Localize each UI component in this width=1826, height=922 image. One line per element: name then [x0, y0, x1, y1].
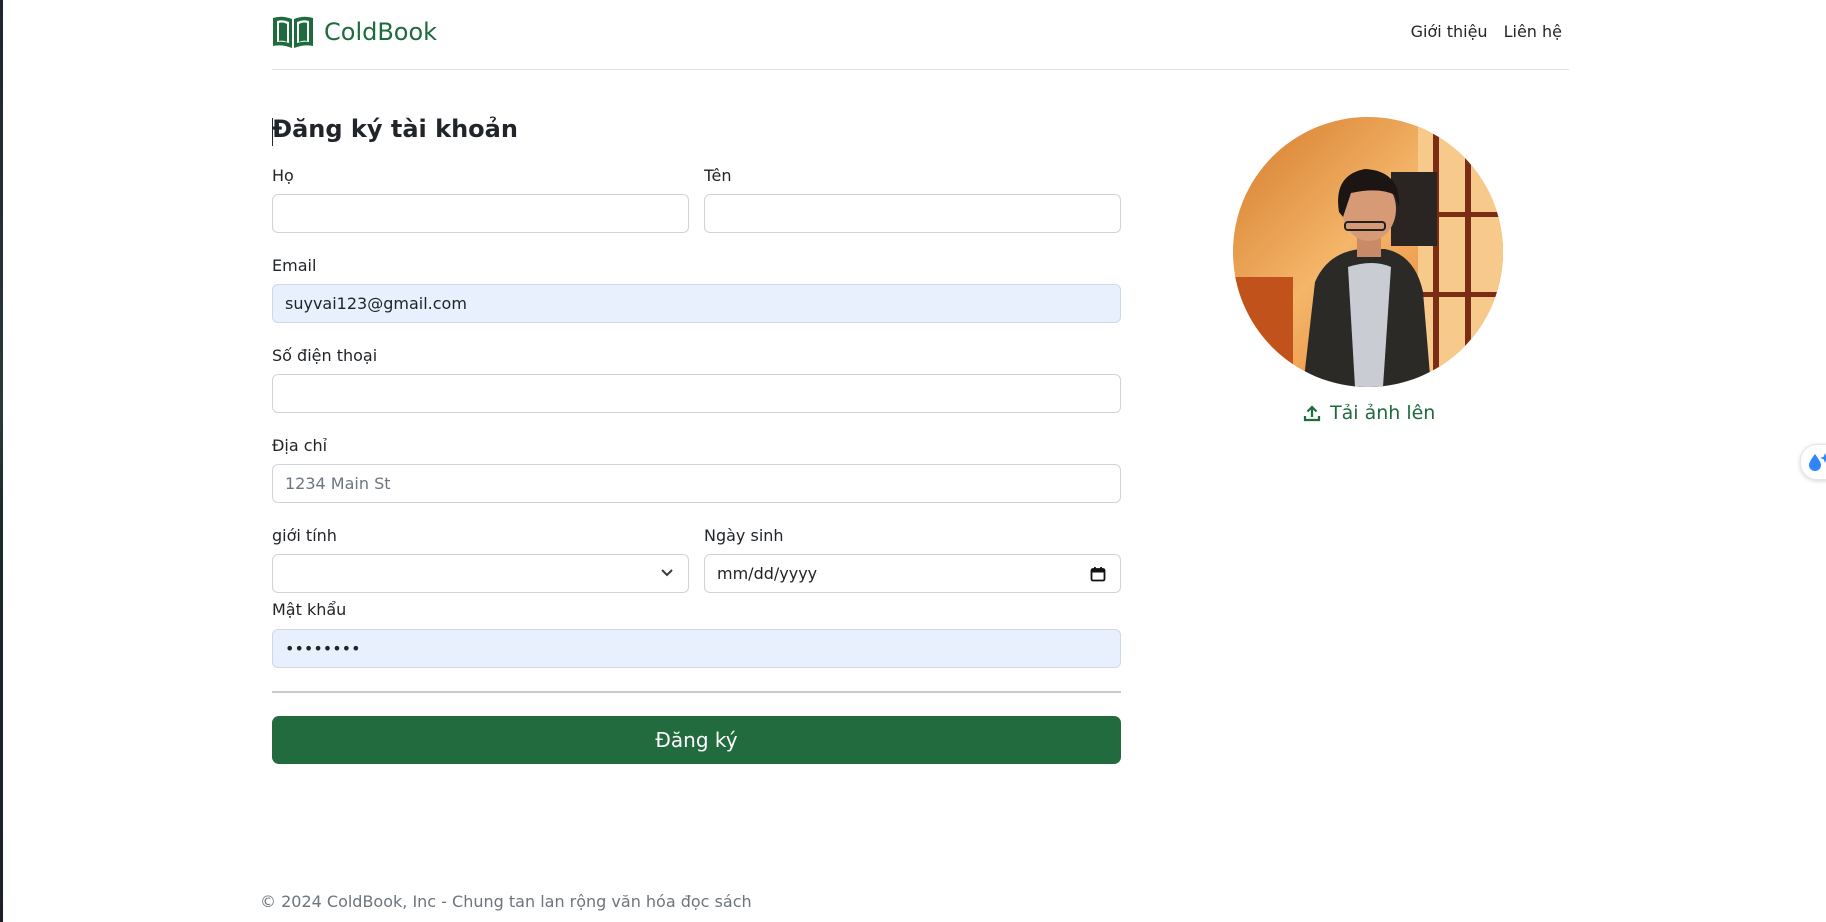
page-title: Đăng ký tài khoản — [272, 115, 518, 143]
site-header: ColdBook Giới thiệu Liên hệ — [272, 0, 1569, 70]
brand-link[interactable]: ColdBook — [272, 15, 437, 49]
birthday-placeholder: mm/dd/yyyy — [717, 564, 818, 583]
nav-link-about[interactable]: Giới thiệu — [1411, 22, 1488, 41]
phone-label: Số điện thoại — [272, 346, 378, 365]
upload-icon — [1303, 405, 1321, 422]
birthday-input[interactable]: mm/dd/yyyy — [704, 554, 1121, 593]
upload-photo-label: Tải ảnh lên — [1330, 402, 1436, 424]
register-button[interactable]: Đăng ký — [272, 716, 1121, 764]
last-name-label: Họ — [272, 166, 294, 185]
sparkle-drop-icon — [1809, 453, 1826, 471]
address-label: Địa chỉ — [272, 436, 328, 455]
email-label: Email — [272, 256, 317, 275]
book-icon — [273, 16, 313, 48]
form-divider — [272, 691, 1121, 693]
first-name-input[interactable] — [704, 194, 1121, 233]
calendar-icon[interactable] — [1090, 566, 1106, 582]
avatar — [1233, 117, 1503, 387]
gender-select[interactable] — [272, 554, 689, 593]
password-input[interactable]: •••••••• — [272, 629, 1121, 668]
brand-name: ColdBook — [324, 18, 438, 46]
footer-text: © 2024 ColdBook, Inc - Chung tan lan rộn… — [260, 892, 752, 911]
top-nav: Giới thiệu Liên hệ — [1411, 22, 1562, 41]
last-name-input[interactable] — [272, 194, 689, 233]
address-input[interactable]: 1234 Main St — [272, 464, 1121, 503]
avatar-image — [1233, 117, 1503, 387]
nav-link-contact[interactable]: Liên hệ — [1504, 22, 1562, 41]
gender-label: giới tính — [272, 526, 337, 545]
text-caret — [272, 118, 273, 146]
upload-photo-button[interactable]: Tải ảnh lên — [1303, 402, 1435, 424]
window-left-edge — [0, 0, 3, 922]
floating-assistant-button[interactable] — [1800, 444, 1826, 480]
chevron-down-icon — [661, 569, 673, 577]
password-label: Mật khẩu — [272, 600, 347, 619]
first-name-label: Tên — [704, 166, 732, 185]
phone-input[interactable] — [272, 374, 1121, 413]
birthday-label: Ngày sinh — [704, 526, 784, 545]
email-input[interactable]: suyvai123@gmail.com — [272, 284, 1121, 323]
